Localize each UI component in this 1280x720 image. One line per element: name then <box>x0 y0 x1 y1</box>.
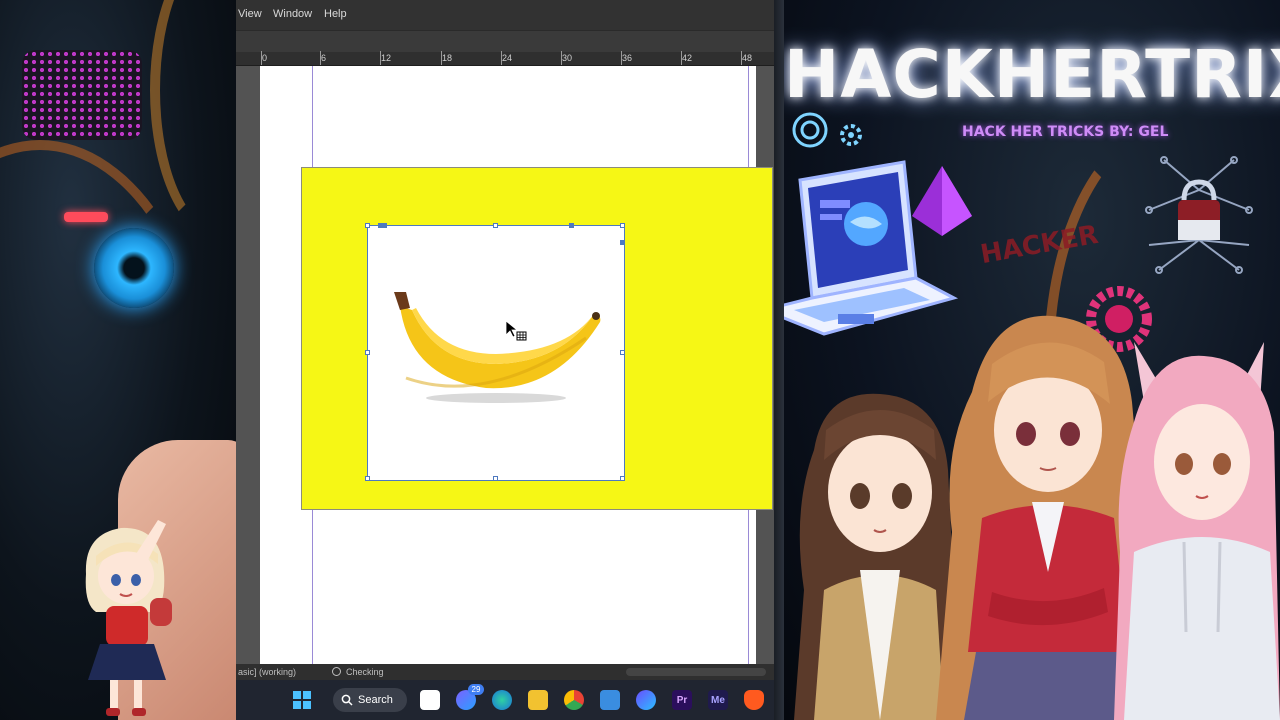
edge-browser-icon[interactable] <box>492 690 512 710</box>
ruler-label: 36 <box>622 53 633 63</box>
resize-handle-top-left[interactable] <box>365 223 370 228</box>
ruler-tick <box>261 51 262 65</box>
resize-handle-bottom-right[interactable] <box>620 476 625 481</box>
file-explorer-icon[interactable] <box>528 690 548 710</box>
search-icon <box>341 694 353 706</box>
corner-option-handle[interactable] <box>569 223 574 228</box>
led-matrix-panel <box>22 50 142 140</box>
task-view-icon[interactable] <box>420 690 440 710</box>
document-profile-status[interactable]: asic] (working) <box>238 667 296 677</box>
ruler-label: 6 <box>321 53 327 63</box>
resize-handle-right[interactable] <box>620 350 625 355</box>
anime-girl-pink-hair-hoodie <box>1114 342 1280 720</box>
horizontal-ruler[interactable]: 0 6 12 18 24 30 36 42 48 <box>236 51 774 66</box>
content-grabber[interactable] <box>378 223 387 228</box>
windows-start-icon[interactable] <box>292 690 312 710</box>
ruler-tick <box>561 51 562 65</box>
channel-title: HACKHERTRIX <box>784 36 1280 113</box>
channel-banner: HACKHERTRIX HACK HER TRICKS BY: GEL HACK… <box>784 0 1280 720</box>
clipchamp-icon[interactable] <box>636 690 656 710</box>
left-background-art <box>0 0 236 720</box>
ruler-label: 18 <box>442 53 453 63</box>
ruler-tick <box>501 51 502 65</box>
microsoft-store-icon[interactable] <box>600 690 620 710</box>
ruler-label: 42 <box>682 53 693 63</box>
ruler-label: 0 <box>262 53 268 63</box>
resize-handle-left[interactable] <box>365 350 370 355</box>
circuit-lock-icon <box>1145 156 1253 274</box>
ruler-tick <box>380 51 381 65</box>
document-canvas[interactable] <box>236 66 774 664</box>
ruler-label: 30 <box>562 53 573 63</box>
crystal-pyramid-icon <box>912 166 972 236</box>
chibi-girl-sticker <box>85 520 172 716</box>
preflight-check-icon <box>332 667 341 676</box>
ruler-tick <box>621 51 622 65</box>
preflight-status[interactable]: Checking <box>346 667 384 677</box>
ruler-tick <box>320 51 321 65</box>
resize-handle-bottom[interactable] <box>493 476 498 481</box>
selection-cursor-icon <box>505 320 527 341</box>
taskbar-search-label: Search <box>358 694 393 706</box>
taskbar-search-button[interactable]: Search <box>333 688 407 712</box>
robot-eye-icon <box>94 228 174 308</box>
brave-browser-icon[interactable] <box>744 690 764 710</box>
menu-help[interactable]: Help <box>324 8 347 20</box>
windows-taskbar: Search 29 Pr Me <box>236 680 774 720</box>
resize-handle-top[interactable] <box>493 223 498 228</box>
ruler-label: 48 <box>742 53 753 63</box>
menu-view[interactable]: View <box>238 8 262 20</box>
channel-subtitle: HACK HER TRICKS BY: GEL <box>962 124 1169 140</box>
media-encoder-icon[interactable]: Me <box>708 690 728 710</box>
resize-handle-top-right[interactable] <box>620 223 625 228</box>
notification-badge: 29 <box>468 684 484 695</box>
ruler-tick <box>741 51 742 65</box>
ruler-label: 12 <box>381 53 392 63</box>
selected-image-frame[interactable] <box>365 223 625 481</box>
frame-link-handle[interactable] <box>620 240 625 245</box>
ruler-tick <box>441 51 442 65</box>
layout-app-window: View Window Help 0 6 12 18 24 30 36 42 4… <box>236 0 774 720</box>
premiere-pro-icon[interactable]: Pr <box>672 690 692 710</box>
screen: View Window Help 0 6 12 18 24 30 36 42 4… <box>0 0 1280 720</box>
chrome-browser-icon[interactable] <box>564 690 584 710</box>
orange-light-arc-top <box>150 0 236 240</box>
ruler-label: 24 <box>502 53 513 63</box>
control-panel-strip <box>236 30 774 52</box>
status-bar: asic] (working) Checking <box>236 664 774 680</box>
horizontal-scrollbar[interactable] <box>626 668 766 676</box>
menu-window[interactable]: Window <box>273 8 312 20</box>
banana-image <box>394 292 601 403</box>
ruler-tick <box>681 51 682 65</box>
resize-handle-bottom-left[interactable] <box>365 476 370 481</box>
menu-bar: View Window Help <box>236 0 774 30</box>
red-light-strip <box>64 212 108 222</box>
